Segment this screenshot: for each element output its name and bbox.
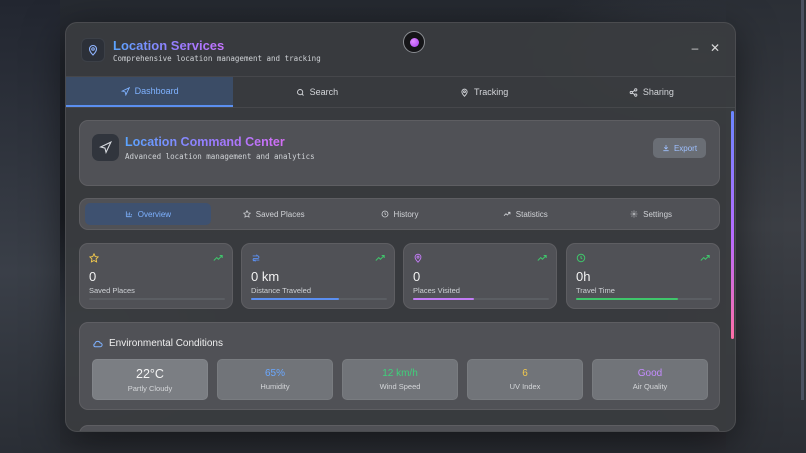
app-title: Location Services xyxy=(113,38,225,53)
app-subtitle: Comprehensive location management and tr… xyxy=(113,54,321,63)
stat-value: 0 xyxy=(89,269,97,284)
star-icon xyxy=(242,210,251,218)
wind-speed-tile: 12 km/h Wind Speed xyxy=(342,359,458,400)
command-center-card: Location Command Center Advanced locatio… xyxy=(79,120,720,186)
section-tabs: Overview Saved Places History Statistics… xyxy=(79,198,720,230)
export-label: Export xyxy=(673,143,698,153)
stat-card-saved-places[interactable]: 0 Saved Places xyxy=(79,243,233,309)
stat-progress-track xyxy=(89,298,225,300)
env-label: Partly Cloudy xyxy=(127,383,173,393)
env-value: 6 xyxy=(522,368,528,379)
navigation-icon xyxy=(120,86,130,96)
download-icon xyxy=(663,145,669,152)
map-pin-icon xyxy=(81,38,105,62)
orb-indicator xyxy=(409,37,419,47)
stat-card-places-visited[interactable]: 0 Places Visited xyxy=(403,243,557,309)
command-center-title: Location Command Center xyxy=(125,135,285,149)
env-value: 22°C xyxy=(136,366,164,381)
next-section-card xyxy=(79,425,720,431)
subtab-saved-places[interactable]: Saved Places xyxy=(211,203,337,225)
env-value: Good xyxy=(637,368,663,379)
env-label: UV Index xyxy=(509,382,541,391)
trending-up-icon xyxy=(503,211,511,216)
clock-icon xyxy=(381,210,388,218)
trending-up-icon xyxy=(375,255,385,261)
stat-progress-track xyxy=(413,298,549,300)
tab-label: Search xyxy=(309,87,339,97)
share-icon xyxy=(629,87,638,97)
stat-value: 0 km xyxy=(251,269,280,284)
stat-label: Places Visited xyxy=(413,286,460,295)
subtab-label: Statistics xyxy=(515,209,548,219)
route-icon xyxy=(252,254,260,262)
tab-sharing[interactable]: Sharing xyxy=(568,77,735,107)
tab-label: Tracking xyxy=(474,87,509,97)
env-label: Wind Speed xyxy=(379,382,421,391)
search-icon xyxy=(296,88,304,96)
temperature-tile: 22°C Partly Cloudy xyxy=(92,359,208,400)
env-label: Air Quality xyxy=(632,382,668,391)
trending-up-icon xyxy=(537,255,547,261)
subtab-label: History xyxy=(393,209,419,219)
navigation-icon xyxy=(92,134,119,161)
main-tabs: Dashboard Search Tracking Sharing xyxy=(66,76,735,108)
humidity-tile: 65% Humidity xyxy=(217,359,333,400)
stat-label: Travel Time xyxy=(576,286,615,295)
gear-icon xyxy=(630,210,638,218)
background-right xyxy=(726,0,806,453)
subtab-settings[interactable]: Settings xyxy=(588,203,714,225)
env-value: 12 km/h xyxy=(382,368,418,379)
bar-chart-icon xyxy=(125,211,132,218)
tab-label: Sharing xyxy=(642,87,674,97)
environment-card: Environmental Conditions 22°C Partly Clo… xyxy=(79,322,720,410)
minimize-button[interactable]: – xyxy=(688,41,702,55)
title-bar: Location Services Comprehensive location… xyxy=(66,23,735,77)
trending-up-icon xyxy=(700,255,710,261)
cloud-icon xyxy=(93,340,103,348)
background-left xyxy=(0,0,60,453)
subtab-label: Settings xyxy=(643,209,673,219)
subtab-history[interactable]: History xyxy=(337,203,463,225)
star-icon xyxy=(89,253,99,263)
command-center-subtitle: Advanced location management and analyti… xyxy=(125,152,315,161)
export-button[interactable]: Export xyxy=(653,138,706,158)
subtab-label: Saved Places xyxy=(255,209,305,219)
env-label: Humidity xyxy=(260,382,290,391)
map-pin-icon xyxy=(414,253,422,263)
stat-label: Distance Traveled xyxy=(251,286,312,295)
map-pin-icon xyxy=(461,88,468,97)
stat-value: 0h xyxy=(576,269,591,284)
stat-progress-track xyxy=(251,298,387,300)
env-value: 65% xyxy=(264,368,285,379)
air-quality-tile: Good Air Quality xyxy=(592,359,708,400)
stat-progress-fill xyxy=(251,298,340,300)
app-window: Location Services Comprehensive location… xyxy=(65,22,736,432)
close-button[interactable]: ✕ xyxy=(708,41,722,55)
subtab-label: Overview xyxy=(137,209,172,219)
subtab-statistics[interactable]: Statistics xyxy=(462,203,588,225)
stat-progress-track xyxy=(576,298,712,300)
uv-index-tile: 6 UV Index xyxy=(467,359,583,400)
tab-dashboard[interactable]: Dashboard xyxy=(66,77,234,107)
environment-title: Environmental Conditions xyxy=(109,338,223,349)
stat-value: 0 xyxy=(413,269,421,284)
scrollbar[interactable] xyxy=(731,111,734,339)
stat-label: Saved Places xyxy=(89,286,135,295)
stat-progress-fill xyxy=(576,298,678,300)
tab-tracking[interactable]: Tracking xyxy=(401,77,568,107)
tab-label: Dashboard xyxy=(134,86,179,96)
background-edge xyxy=(801,0,804,400)
stat-progress-fill xyxy=(413,298,475,300)
clock-icon xyxy=(576,253,586,263)
trending-up-icon xyxy=(213,255,223,261)
stat-card-distance[interactable]: 0 km Distance Traveled xyxy=(241,243,395,309)
tab-search[interactable]: Search xyxy=(233,77,400,107)
status-orb[interactable] xyxy=(403,31,425,53)
environment-metrics: 22°C Partly Cloudy 65% Humidity 12 km/h … xyxy=(92,359,708,400)
stat-card-travel-time[interactable]: 0h Travel Time xyxy=(566,243,720,309)
dashboard-content[interactable]: Location Command Center Advanced locatio… xyxy=(66,109,735,431)
subtab-overview[interactable]: Overview xyxy=(85,203,211,225)
